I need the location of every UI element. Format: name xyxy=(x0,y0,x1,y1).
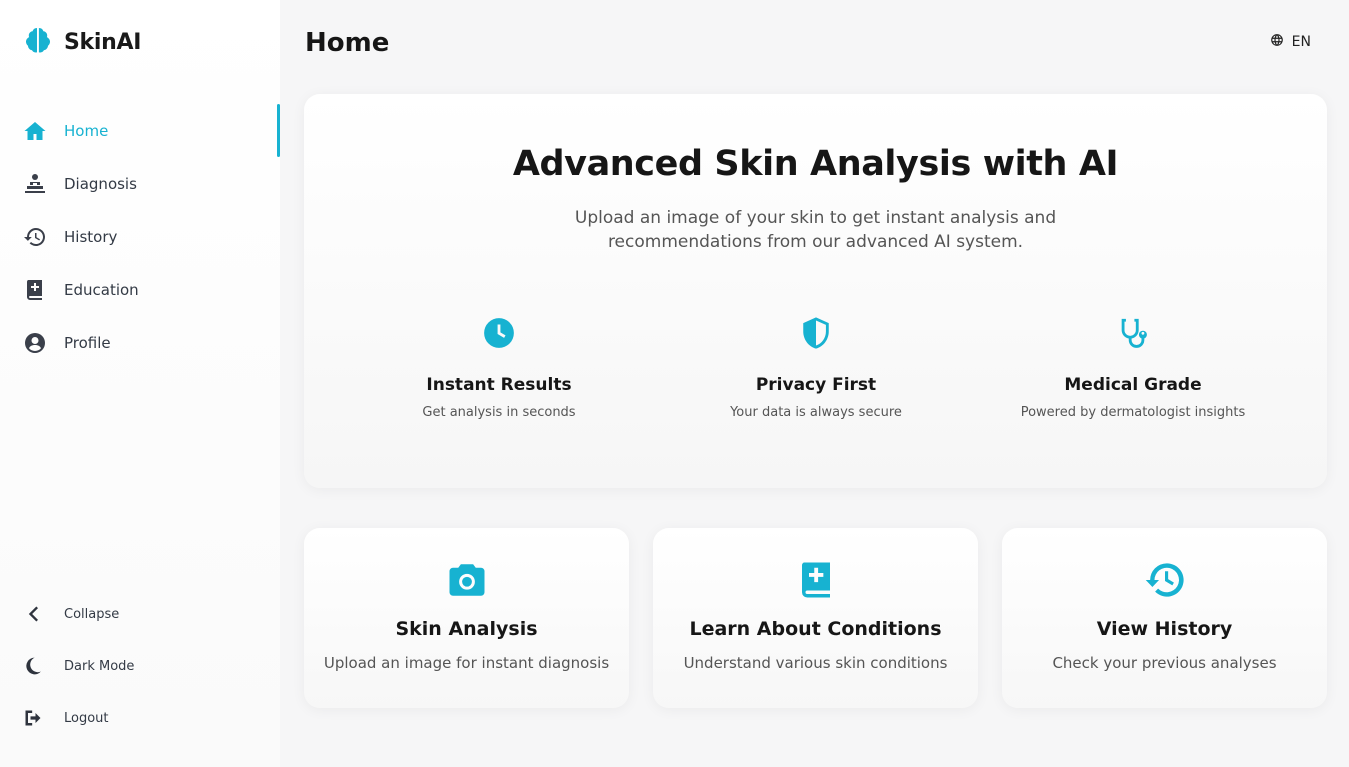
sidebar-item-profile[interactable]: Profile xyxy=(0,316,280,369)
hero-title: Advanced Skin Analysis with AI xyxy=(512,144,1119,184)
sidebar-nav: Home Diagnosis History Education Profile xyxy=(0,104,280,369)
user-circle-icon xyxy=(22,330,48,356)
card-title: View History xyxy=(1096,618,1233,640)
feature-privacy-first: Privacy First Your data is always secure xyxy=(656,314,976,420)
card-description: Check your previous analyses xyxy=(1052,654,1277,672)
sidebar-item-diagnosis[interactable]: Diagnosis xyxy=(0,157,280,210)
language-label: EN xyxy=(1291,34,1311,50)
app-name: SkinAI xyxy=(64,29,142,55)
language-selector[interactable]: EN xyxy=(1262,33,1311,51)
sidebar-item-label: Education xyxy=(64,280,139,299)
feature-title: Medical Grade xyxy=(1064,375,1202,395)
brand[interactable]: SkinAI xyxy=(22,24,141,60)
hero-subtitle: Upload an image of your skin to get inst… xyxy=(574,208,1057,252)
feature-medical-grade: Medical Grade Powered by dermatologist i… xyxy=(973,314,1293,420)
dark-mode-toggle[interactable]: Dark Mode xyxy=(0,640,280,692)
feature-description: Your data is always secure xyxy=(730,405,902,420)
shield-icon xyxy=(656,314,976,352)
sidebar-item-label: Diagnosis xyxy=(64,174,137,193)
feature-description: Powered by dermatologist insights xyxy=(1020,405,1246,420)
sidebar-item-label: History xyxy=(64,227,118,246)
collapse-button[interactable]: Collapse xyxy=(0,588,280,640)
home-icon xyxy=(22,118,48,144)
diagnosis-icon xyxy=(22,171,48,197)
view-history-card[interactable]: View History Check your previous analyse… xyxy=(1002,528,1327,708)
logout-button[interactable]: Logout xyxy=(0,692,280,744)
sidebar-item-education[interactable]: Education xyxy=(0,263,280,316)
brain-icon xyxy=(22,24,54,60)
page-title: Home xyxy=(305,28,390,58)
dark-mode-label: Dark Mode xyxy=(64,658,135,674)
card-title: Skin Analysis xyxy=(395,618,538,640)
feature-instant-results: Instant Results Get analysis in seconds xyxy=(339,314,659,420)
skin-analysis-card[interactable]: Skin Analysis Upload an image for instan… xyxy=(304,528,629,708)
sidebar-bottom: Collapse Dark Mode Logout xyxy=(0,588,280,744)
sidebar-item-label: Profile xyxy=(64,333,111,352)
sidebar-item-history[interactable]: History xyxy=(0,210,280,263)
book-medical-icon xyxy=(22,277,48,303)
sidebar-item-home[interactable]: Home xyxy=(0,104,280,157)
learn-conditions-card[interactable]: Learn About Conditions Understand variou… xyxy=(653,528,978,708)
card-description: Understand various skin conditions xyxy=(683,654,948,672)
feature-title: Instant Results xyxy=(426,375,572,395)
feature-description: Get analysis in seconds xyxy=(422,405,576,420)
sidebar-item-label: Home xyxy=(64,121,109,140)
card-title: Learn About Conditions xyxy=(689,618,942,640)
stethoscope-icon xyxy=(973,314,1293,352)
chevron-left-icon xyxy=(22,603,44,625)
globe-icon xyxy=(1270,33,1284,51)
feature-title: Privacy First xyxy=(755,375,877,395)
clock-icon xyxy=(339,314,659,352)
history-icon xyxy=(22,224,48,250)
sidebar: SkinAI Home Diagnosis History Education xyxy=(0,0,280,767)
card-description: Upload an image for instant diagnosis xyxy=(323,654,610,672)
logout-icon xyxy=(22,707,44,729)
logout-label: Logout xyxy=(64,710,109,726)
moon-icon xyxy=(22,655,44,677)
hero-card: Advanced Skin Analysis with AI Upload an… xyxy=(304,94,1327,488)
collapse-label: Collapse xyxy=(64,606,120,622)
history-icon xyxy=(1002,558,1327,602)
camera-icon xyxy=(304,558,629,602)
book-medical-icon xyxy=(653,558,978,602)
